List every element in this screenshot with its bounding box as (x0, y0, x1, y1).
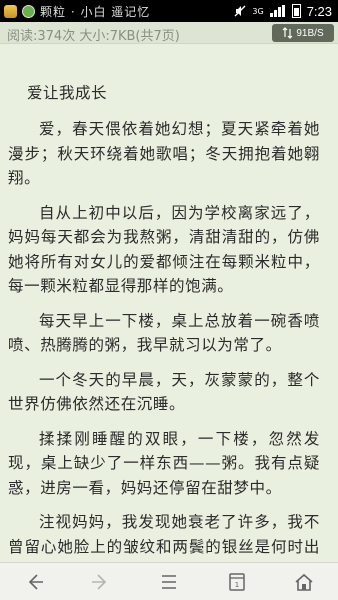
menu-icon (161, 574, 176, 589)
signal-icon (269, 5, 286, 17)
status-bar-left: 颗粒 · 小白 遥记忆 (4, 3, 210, 19)
article-paragraph: 一个冬天的早晨，天，灰蒙蒙的，整个世界仿佛依然还在沉睡。 (8, 370, 320, 414)
clock: 7:23 (306, 3, 332, 19)
article-paragraph: 注视妈妈，我发现她衰老了许多，我不曾留心她脸上的皱纹和两鬓的银丝是何时出现 (8, 513, 320, 556)
article-paragraph: 自从上初中以后，因为学校离家远了，妈妈每天都会为我熬粥，清甜清甜的，仿佛她将所有… (8, 203, 320, 296)
transfer-arrows-icon (282, 27, 293, 39)
forward-button[interactable] (68, 563, 136, 600)
network-speed: 91B/S (296, 27, 324, 39)
back-button[interactable] (0, 563, 68, 600)
home-icon (295, 573, 313, 591)
app-notification-icon (4, 4, 17, 18)
article-paragraph: 每天早上一下楼，桌上总放着一碗香喷喷、热腾腾的粥，我早就习以为常了。 (8, 311, 320, 355)
home-button[interactable] (270, 563, 338, 600)
tabs-button[interactable]: 1 (203, 563, 271, 600)
mute-icon (234, 5, 246, 17)
forward-icon (92, 573, 107, 590)
tabs-icon: 1 (228, 572, 245, 591)
back-icon (28, 573, 43, 590)
article-title: 爱让我成长 (27, 84, 108, 102)
battery-icon (291, 4, 301, 18)
status-bar-title: 颗粒 · 小白 遥记忆 (40, 4, 151, 19)
article-paragraph: 爱，春天偎依着她幻想；夏天紧牵着她漫步；秋天环绕着她歌唱；冬天拥抱着她翱翔。 (8, 120, 320, 187)
article-paragraph: 揉揉刚睡醒的双眼，一下楼，忽然发现，桌上缺少了一样东西——粥。我有点疑惑，进房一… (8, 429, 320, 497)
network-speed-badge: 91B/S (272, 24, 334, 42)
app-notification-icon-2 (22, 4, 35, 18)
network-type: 3G (252, 6, 264, 16)
bottom-navigation: 1 (0, 562, 338, 600)
status-bar: 颗粒 · 小白 遥记忆 3G 7:23 (0, 0, 338, 22)
menu-button[interactable] (135, 563, 203, 600)
article-content[interactable]: 爱让我成长 爱，春天偎依着她幻想；夏天紧牵着她漫步；秋天环绕着她歌唱；冬天拥抱着… (0, 44, 338, 562)
reading-info-bar: 阅读:374次 大小:7KB(共7页) 91B/S (0, 22, 338, 44)
svg-text:1: 1 (234, 581, 238, 589)
status-bar-right: 3G 7:23 (234, 3, 332, 19)
reading-stats: 阅读:374次 大小:7KB(共7页) (7, 29, 180, 44)
